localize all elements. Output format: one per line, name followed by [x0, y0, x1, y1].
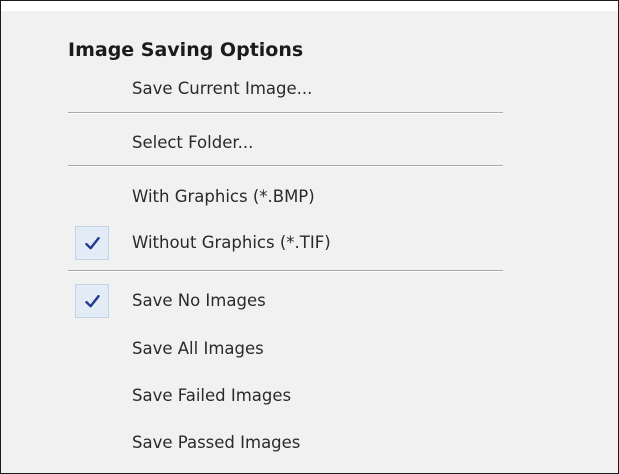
menu-heading: Image Saving Options [68, 39, 304, 61]
menu-item-label: With Graphics (*.BMP) [132, 187, 315, 206]
menu-item-label: Without Graphics (*.TIF) [132, 233, 331, 252]
menu-item-label: Save Current Image... [132, 79, 313, 98]
menu-item-with-graphics-bmp[interactable]: With Graphics (*.BMP) [65, 177, 513, 217]
menu-item-label: Save Passed Images [132, 433, 301, 452]
menu-item-without-graphics-tif[interactable]: Without Graphics (*.TIF) [65, 223, 513, 263]
menu-item-label: Select Folder... [132, 133, 254, 152]
menu-item-label: Save All Images [132, 339, 264, 358]
menu-separator [68, 165, 503, 167]
menu-item-save-passed-images[interactable]: Save Passed Images [65, 423, 513, 463]
menu-item-label: Save Failed Images [132, 386, 292, 405]
checkmark-icon [75, 226, 109, 260]
menu-item-save-no-images[interactable]: Save No Images [65, 281, 513, 321]
checkmark-icon [75, 284, 109, 318]
window-frame: Image Saving Options Save Current Image.… [0, 0, 619, 474]
image-saving-options-menu: Image Saving Options Save Current Image.… [1, 11, 618, 473]
menu-item-select-folder[interactable]: Select Folder... [65, 123, 513, 163]
menu-item-save-all-images[interactable]: Save All Images [65, 329, 513, 369]
menu-item-label: Save No Images [132, 291, 266, 310]
menu-item-save-failed-images[interactable]: Save Failed Images [65, 376, 513, 416]
menu-item-save-current-image[interactable]: Save Current Image... [65, 69, 513, 109]
menu-separator [68, 270, 503, 272]
menu-separator [68, 112, 503, 114]
